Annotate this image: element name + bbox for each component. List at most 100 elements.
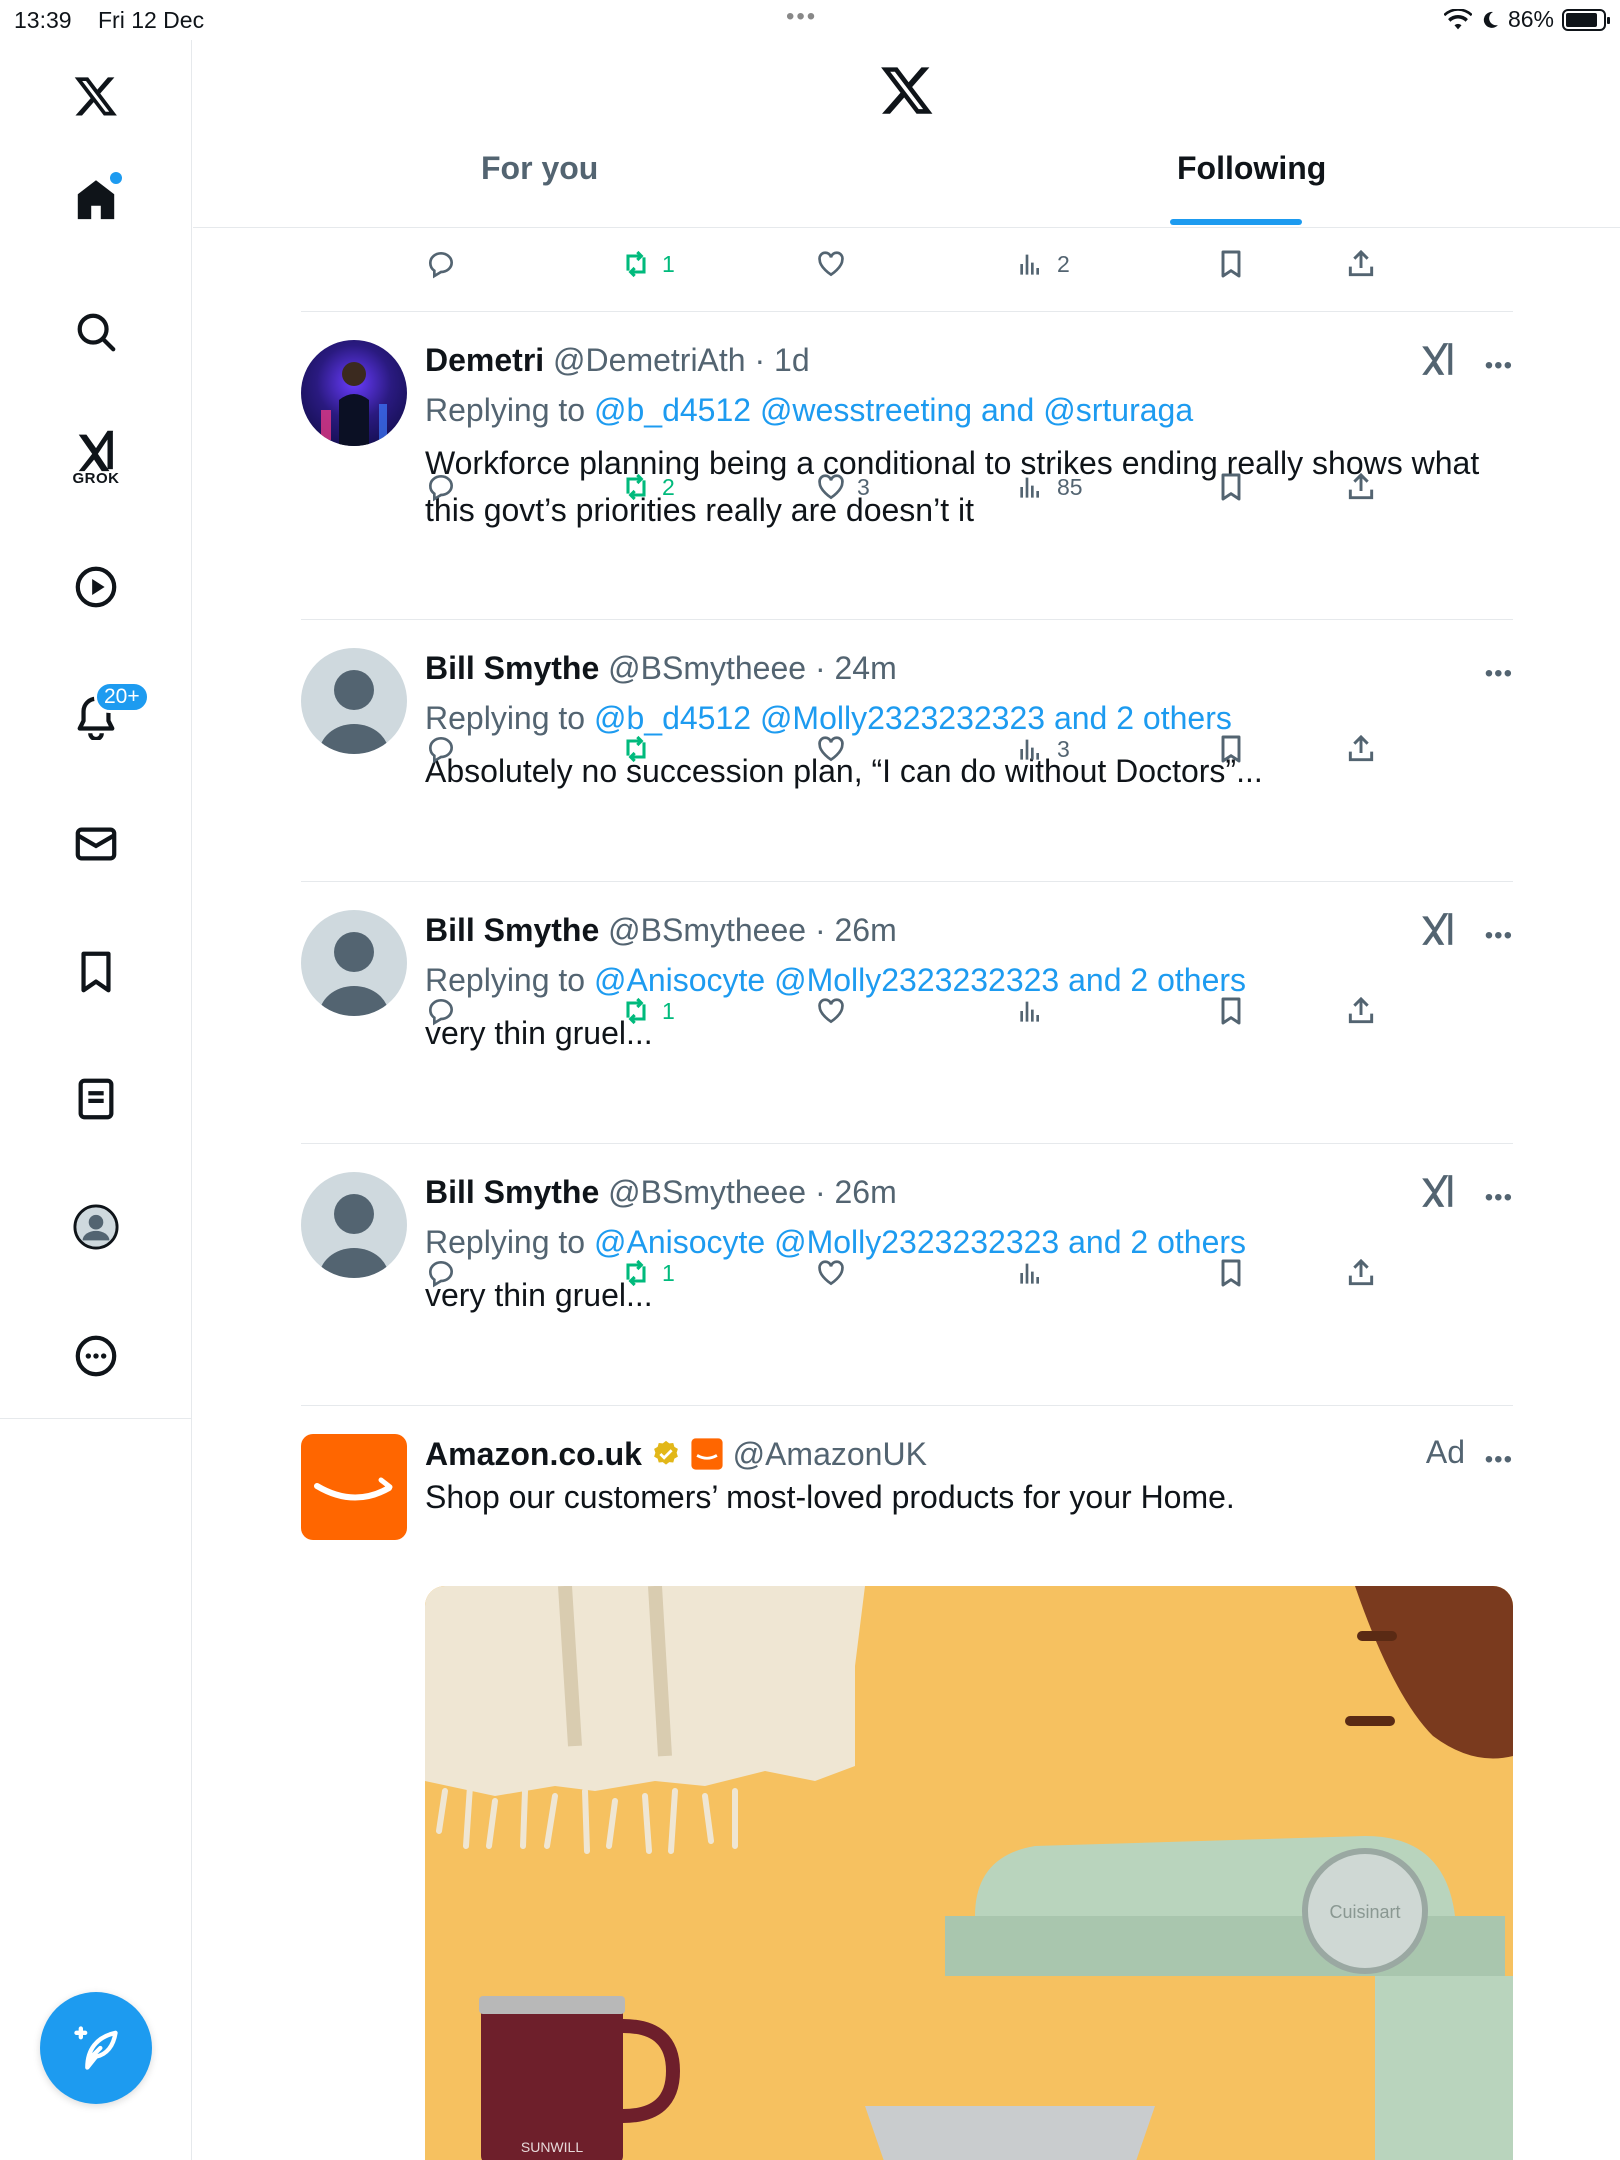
replying-links[interactable]: @b_d4512 @wesstreeting and @srturaga (594, 392, 1193, 428)
x-logo-icon[interactable] (879, 62, 935, 123)
tab-following[interactable]: Following (1177, 150, 1326, 187)
grok-icon[interactable]: GROK (64, 426, 128, 490)
share-button[interactable] (1345, 471, 1377, 503)
replying-to: Replying to @b_d4512 @wesstreeting and @… (425, 390, 1513, 430)
grok-explain-icon[interactable] (1419, 1172, 1457, 1215)
author-name[interactable]: Bill Smythe (425, 912, 599, 948)
post-time[interactable]: 26m (835, 1174, 897, 1210)
active-tab-indicator (1170, 219, 1302, 225)
more-options-icon[interactable]: ••• (1485, 660, 1513, 688)
author-handle[interactable]: @BSmytheee (608, 1174, 806, 1210)
post-divider (301, 1143, 1513, 1144)
share-button[interactable] (1345, 1257, 1377, 1289)
profile-icon[interactable] (64, 1195, 128, 1259)
author-handle[interactable]: @BSmytheee (608, 650, 806, 686)
x-logo-icon[interactable] (64, 64, 128, 128)
views-button[interactable]: 2 (1015, 248, 1070, 280)
ad-post-amazon[interactable]: Amazon.co.uk @AmazonUK Shop our customer… (301, 1434, 1513, 2160)
post-time[interactable]: 1d (774, 342, 810, 378)
post-time[interactable]: 24m (835, 650, 897, 686)
repost-button[interactable]: 1 (620, 248, 675, 280)
replying-prefix: Replying to (425, 962, 586, 998)
bookmark-button[interactable] (1215, 995, 1247, 1027)
messages-icon[interactable] (64, 812, 128, 876)
bookmark-button[interactable] (1215, 1257, 1247, 1289)
like-button[interactable] (815, 1257, 857, 1289)
search-icon[interactable] (64, 300, 128, 364)
share-button[interactable] (1345, 733, 1377, 765)
author-handle[interactable]: @BSmytheee (608, 912, 806, 948)
repost-button[interactable]: 2 (620, 471, 675, 503)
bookmark-button[interactable] (1215, 248, 1247, 280)
default-avatar-icon[interactable] (301, 648, 407, 754)
post-bill-smythe[interactable]: Bill Smythe @BSmytheee · 24m Replying to… (301, 648, 1513, 798)
post-time[interactable]: 26m (835, 912, 897, 948)
reply-button[interactable] (425, 1257, 457, 1289)
default-avatar-icon[interactable] (301, 1172, 407, 1278)
grok-explain-icon[interactable] (1419, 340, 1457, 383)
lists-icon[interactable] (64, 1067, 128, 1131)
more-options-icon[interactable]: ••• (1485, 352, 1513, 380)
bookmark-button[interactable] (1215, 733, 1247, 765)
bookmark-button[interactable] (1215, 471, 1247, 503)
author-name[interactable]: Bill Smythe (425, 1174, 599, 1210)
replying-to: Replying to @Anisocyte @Molly2323232323 … (425, 960, 1513, 1000)
like-button[interactable] (815, 248, 847, 280)
views-button[interactable] (1015, 995, 1057, 1027)
author-name[interactable]: Bill Smythe (425, 650, 599, 686)
reply-button[interactable] (425, 733, 457, 765)
more-options-icon[interactable]: ••• (1485, 922, 1513, 950)
post-header: Amazon.co.uk @AmazonUK (425, 1434, 1513, 1474)
notifications-icon[interactable]: 20+ (64, 681, 150, 749)
post-bill-smythe[interactable]: Bill Smythe @BSmytheee · 26m Replying to… (301, 1172, 1513, 1322)
post-actions: 1 (425, 995, 1425, 1035)
views-count: 3 (1057, 735, 1070, 762)
author-handle[interactable]: @DemetriAth (553, 342, 746, 378)
replying-links[interactable]: @Anisocyte @Molly2323232323 and 2 others (594, 1224, 1246, 1260)
ad-image[interactable]: Cuisinart SUNWILL (425, 1586, 1513, 2160)
replying-to: Replying to @b_d4512 @Molly2323232323 an… (425, 698, 1513, 738)
bookmarks-icon[interactable] (64, 940, 128, 1004)
views-button[interactable]: 3 (1015, 733, 1070, 765)
amazon-logo-icon[interactable] (301, 1434, 407, 1540)
more-options-icon[interactable]: ••• (1485, 1184, 1513, 1212)
post-divider (301, 1405, 1513, 1406)
post-header: Bill Smythe @BSmytheee · 26m (425, 910, 1513, 950)
sidebar: GROK 20+ (0, 40, 192, 1420)
home-icon[interactable] (64, 168, 128, 232)
replying-links[interactable]: @b_d4512 @Molly2323232323 and 2 others (594, 700, 1232, 736)
video-icon[interactable] (64, 555, 128, 619)
share-button[interactable] (1345, 995, 1377, 1027)
share-button[interactable] (1345, 248, 1377, 280)
avatar[interactable] (301, 340, 407, 446)
compose-feather-icon (74, 2026, 118, 2070)
author-name[interactable]: Amazon.co.uk (425, 1436, 642, 1472)
tab-for-you[interactable]: For you (481, 150, 598, 187)
author-handle[interactable]: @AmazonUK (733, 1436, 927, 1472)
grok-explain-icon[interactable] (1419, 910, 1457, 953)
compose-button[interactable] (40, 1992, 152, 2104)
default-avatar-icon[interactable] (301, 910, 407, 1016)
repost-button[interactable]: 1 (620, 995, 675, 1027)
more-options-icon[interactable]: ••• (1485, 1446, 1513, 1474)
reply-button[interactable] (425, 995, 457, 1027)
repost-count: 1 (662, 1259, 675, 1286)
notifications-badge: 20+ (94, 681, 150, 713)
like-button[interactable]: 3 (815, 471, 870, 503)
repost-button[interactable] (620, 733, 662, 765)
post-bill-smythe[interactable]: Bill Smythe @BSmytheee · 26m Replying to… (301, 910, 1513, 1060)
like-button[interactable] (815, 995, 857, 1027)
reply-button[interactable] (425, 248, 457, 280)
status-bar: 13:39 Fri 12 Dec ••• 86% (0, 0, 1620, 40)
more-icon[interactable] (64, 1324, 128, 1388)
multitasking-dots-icon[interactable]: ••• (786, 3, 817, 31)
repost-button[interactable]: 1 (620, 1257, 675, 1289)
like-button[interactable] (815, 733, 857, 765)
replying-links[interactable]: @Anisocyte @Molly2323232323 and 2 others (594, 962, 1246, 998)
mixer-brand-text: Cuisinart (1329, 1902, 1400, 1922)
author-name[interactable]: Demetri (425, 342, 544, 378)
views-button[interactable]: 85 (1015, 471, 1083, 503)
reply-button[interactable] (425, 471, 457, 503)
ad-text: Shop our customers’ most-loved products … (425, 1479, 1235, 1515)
views-button[interactable] (1015, 1257, 1057, 1289)
